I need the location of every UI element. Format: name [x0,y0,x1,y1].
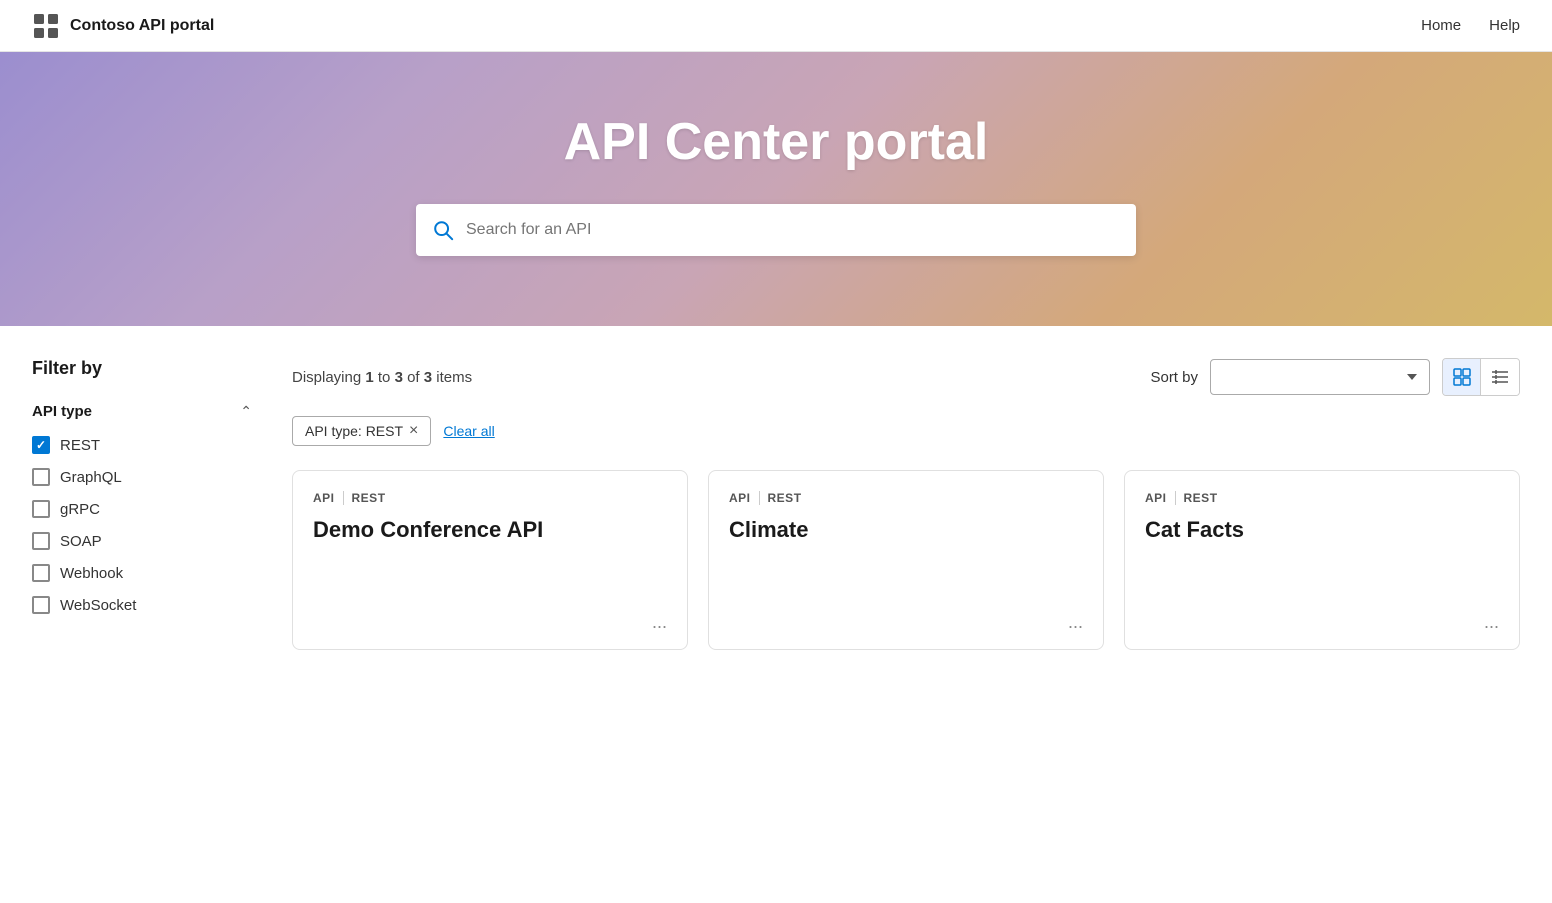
card-title: Demo Conference API [313,517,667,543]
sort-select[interactable] [1210,359,1430,395]
card-more-menu[interactable]: ... [1484,612,1499,633]
search-bar [416,204,1136,256]
sidebar: Filter by API type ⌃ REST GraphQL gRPC [32,358,252,774]
filter-label-webhook: Webhook [60,565,123,582]
checkbox-grpc[interactable] [32,500,50,518]
list-icon [1491,368,1509,386]
filter-tag-remove[interactable]: × [409,423,418,439]
checkbox-webhook[interactable] [32,564,50,582]
grid-view-button[interactable] [1443,359,1481,395]
checkbox-soap[interactable] [32,532,50,550]
nav-help[interactable]: Help [1489,17,1520,34]
api-card-demo-conference[interactable]: API REST Demo Conference API ... [292,470,688,650]
card-meta-left: API [729,491,751,505]
filter-label-graphql: GraphQL [60,469,122,486]
checkbox-graphql[interactable] [32,468,50,486]
cards-grid: API REST Demo Conference API ... API RES… [292,470,1520,650]
top-nav: Contoso API portal Home Help [0,0,1552,52]
api-card-climate[interactable]: API REST Climate ... [708,470,1104,650]
search-input[interactable] [466,221,1120,239]
filter-option-webhook[interactable]: Webhook [32,564,252,582]
nav-home[interactable]: Home [1421,17,1461,34]
card-meta: API REST [729,491,1083,505]
results-to: 3 [395,369,403,386]
filter-option-graphql[interactable]: GraphQL [32,468,252,486]
results-header: Displaying 1 to 3 of 3 items Sort by [292,358,1520,396]
card-meta-divider [343,491,344,505]
results-count: Displaying 1 to 3 of 3 items [292,369,472,386]
card-top: API REST Demo Conference API [313,491,667,543]
filter-option-websocket[interactable]: WebSocket [32,596,252,614]
view-toggle [1442,358,1520,396]
brand: Contoso API portal [32,12,214,40]
sort-area: Sort by [1150,358,1520,396]
clear-all-button[interactable]: Clear all [443,417,494,445]
sort-label: Sort by [1150,369,1198,386]
nav-links: Home Help [1421,17,1520,34]
card-meta-divider [759,491,760,505]
filter-tag-label: API type: REST [305,423,403,439]
card-more-menu[interactable]: ... [1068,612,1083,633]
card-meta-left: API [313,491,335,505]
card-meta: API REST [313,491,667,505]
card-title: Cat Facts [1145,517,1499,543]
filter-option-grpc[interactable]: gRPC [32,500,252,518]
results-area: Displaying 1 to 3 of 3 items Sort by [292,358,1520,774]
checkbox-rest[interactable] [32,436,50,454]
card-meta-right: REST [352,491,386,505]
chevron-up-icon[interactable]: ⌃ [240,403,252,420]
list-view-button[interactable] [1481,359,1519,395]
filter-option-rest[interactable]: REST [32,436,252,454]
results-from: 1 [365,369,373,386]
api-card-cat-facts[interactable]: API REST Cat Facts ... [1124,470,1520,650]
card-meta-divider [1175,491,1176,505]
checkbox-websocket[interactable] [32,596,50,614]
brand-name: Contoso API portal [70,17,214,35]
filter-tag-rest: API type: REST × [292,416,431,446]
card-top: API REST Climate [729,491,1083,543]
hero-title: API Center portal [564,112,989,172]
filter-options: REST GraphQL gRPC SOAP Webhook [32,436,252,614]
filter-label-grpc: gRPC [60,501,100,518]
hero-section: API Center portal [0,52,1552,326]
card-more-menu[interactable]: ... [652,612,667,633]
grid-icon [1453,368,1471,386]
brand-icon [32,12,60,40]
filter-label-soap: SOAP [60,533,102,550]
card-meta-left: API [1145,491,1167,505]
active-filters: API type: REST × Clear all [292,416,1520,446]
card-top: API REST Cat Facts [1145,491,1499,543]
filter-label-websocket: WebSocket [60,597,136,614]
card-meta-right: REST [768,491,802,505]
filter-option-soap[interactable]: SOAP [32,532,252,550]
filter-by-label: Filter by [32,358,252,379]
card-meta: API REST [1145,491,1499,505]
card-title: Climate [729,517,1083,543]
api-type-section: API type ⌃ REST GraphQL gRPC SO [32,403,252,614]
search-icon [432,219,454,241]
results-total: 3 [424,369,432,386]
filter-label-rest: REST [60,437,100,454]
main-content: Filter by API type ⌃ REST GraphQL gRPC [0,326,1552,806]
filter-section-header: API type ⌃ [32,403,252,420]
card-meta-right: REST [1184,491,1218,505]
filter-section-title: API type [32,403,92,420]
